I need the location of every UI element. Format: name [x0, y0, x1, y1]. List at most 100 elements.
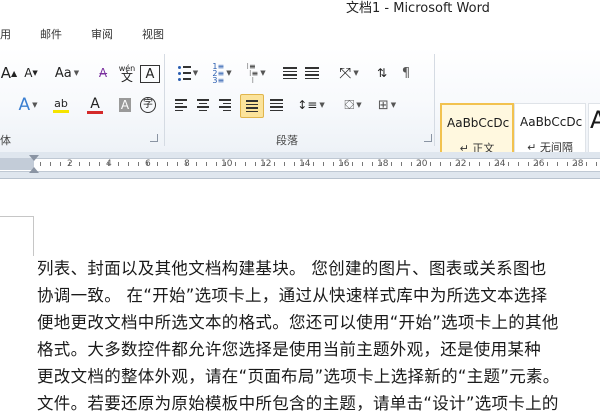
ruler-tick [498, 162, 499, 166]
show-marks-button[interactable]: ¶ [396, 62, 416, 84]
ribbon: A ▲ A ▼ Aa ▼ A̶ wén 文 A A ▼ ab A A 字 体 ▼ 1≡ 2≡… [0, 48, 600, 159]
margin-corner-mark [33, 216, 34, 256]
change-case-button[interactable]: Aa ▼ [52, 62, 82, 84]
ruler-tick [303, 162, 304, 166]
document-line: 便地更改文档中所选文本的格式。您还可以使用“开始”选项卡上的其他 [37, 313, 559, 332]
margin-corner-mark [0, 216, 33, 217]
ruler-tick [508, 162, 509, 166]
ruler-tick [323, 162, 324, 166]
group-separator [164, 54, 165, 146]
ruler-tick [118, 162, 119, 166]
numbering-icon: 1≡ 2≡ 3≡ [212, 61, 225, 85]
justify-icon [246, 100, 258, 112]
ruler-number: 20 [416, 159, 428, 169]
ruler-tick [469, 162, 470, 166]
char-border-icon: A [145, 66, 155, 82]
style-heading-partial[interactable]: A [588, 103, 600, 157]
document-line: 文件。若要还原为原始模板中所包含的主题，请单击“设计”选项卡上的 [37, 394, 559, 413]
ruler-tick [274, 162, 275, 166]
bullets-icon [177, 65, 191, 81]
ruler-tick [40, 162, 41, 166]
distributed-button[interactable] [266, 94, 286, 116]
document-page[interactable]: 列表、封面以及其他文档构建基块。 您创建的图片、图表或关系图也 协调一致。 在“开… [0, 179, 600, 413]
font-color-button[interactable]: A [80, 94, 110, 116]
highlight-button[interactable]: ab [46, 94, 76, 116]
style-normal[interactable]: AaBbCcDc ↵ 正文 [440, 103, 514, 159]
ruler-tick [459, 162, 460, 166]
ruler-tick [108, 162, 109, 166]
ruler-tick [245, 162, 246, 166]
tab-partial[interactable]: 用 [0, 26, 11, 42]
sort-icon: ⇅ [376, 66, 388, 80]
hanging-indent-marker[interactable] [29, 167, 39, 173]
decrease-indent-button[interactable] [280, 62, 300, 84]
ruler-tick [479, 162, 480, 166]
ruler-tick [411, 162, 412, 166]
ruler-tick [284, 162, 285, 166]
ruler-tick [177, 162, 178, 166]
style-sample: AaBbCcDc [520, 115, 583, 129]
shrink-font-button[interactable]: A ▼ [22, 62, 40, 84]
char-shading-icon: A [118, 98, 132, 112]
ruler-tick [69, 162, 70, 166]
chinese-layout-button[interactable]: ⤧ ▼ [334, 62, 364, 84]
document-line: 列表、封面以及其他文档构建基块。 您创建的图片、图表或关系图也 [37, 259, 547, 278]
ruler-tick [596, 162, 597, 166]
align-right-icon [219, 99, 231, 111]
ruler-tick [401, 162, 402, 166]
numbering-button[interactable]: 1≡ 2≡ 3≡ ▼ [206, 62, 238, 84]
clear-format-icon: A̶ [98, 66, 108, 80]
style-sample: A [590, 106, 600, 134]
chinese-layout-icon: ⤧ [339, 64, 352, 82]
ruler-tick [381, 162, 382, 166]
style-no-spacing[interactable]: AaBbCcDc ↵ 无间隔 [514, 103, 586, 157]
ruler-tick [547, 162, 548, 166]
bullets-button[interactable]: ▼ [172, 62, 204, 84]
grow-font-button[interactable]: A ▲ [0, 62, 18, 84]
align-center-button[interactable] [194, 94, 212, 116]
line-spacing-button[interactable]: ↕≡ ▼ [296, 94, 326, 116]
ruler-tick [528, 162, 529, 166]
ruler-tick [576, 162, 577, 166]
horizontal-ruler[interactable]: 246810121416182022242628 [0, 152, 600, 179]
tab-review[interactable]: 审阅 [91, 26, 113, 42]
ruler-tick [450, 162, 451, 166]
tab-view[interactable]: 视图 [142, 26, 164, 42]
group-separator [434, 54, 435, 146]
paragraph-dialog-launcher[interactable] [424, 134, 432, 142]
ruler-tick [128, 162, 129, 166]
align-right-button[interactable] [216, 94, 234, 116]
ruler-tick [333, 162, 334, 166]
ruler-tick [235, 162, 236, 166]
text-effects-button[interactable]: A ▼ [14, 94, 42, 116]
sort-button[interactable]: ⇅ [372, 62, 392, 84]
ruler-tick [420, 162, 421, 166]
clear-format-button[interactable]: A̶ [92, 62, 114, 84]
ruler-tick [352, 162, 353, 166]
justify-button[interactable] [240, 94, 264, 118]
indent-marker[interactable] [29, 155, 39, 161]
enclose-char-icon: 字 [140, 97, 156, 113]
ruler-number: 12 [260, 159, 272, 169]
enclose-char-button[interactable]: 字 [138, 94, 158, 116]
increase-indent-button[interactable] [302, 62, 322, 84]
char-shading-button[interactable]: A [116, 94, 134, 116]
document-line: 协调一致。 在“开始”选项卡上，通过从快速样式库中为所选文本选择 [37, 286, 548, 305]
paragraph-shading-button[interactable]: ⛋ ▼ [338, 94, 368, 116]
title-bar: 文档1 - Microsoft Word [0, 0, 600, 18]
ribbon-tabs: 用 邮件 审阅 视图 [0, 18, 600, 48]
ruler-number: 24 [494, 159, 506, 169]
ruler-number: 18 [377, 159, 389, 169]
align-left-button[interactable] [172, 94, 190, 116]
phonetic-guide-button[interactable]: wén 文 [116, 62, 138, 84]
align-left-icon [175, 99, 187, 111]
multilevel-list-button[interactable]: ⁝≡ ⁝≡ ⁝ ▼ [240, 62, 272, 84]
borders-button[interactable]: ⊞ ▼ [372, 94, 402, 116]
char-border-button[interactable]: A [140, 65, 160, 83]
font-dialog-launcher[interactable] [150, 134, 158, 142]
increase-indent-icon [305, 67, 319, 79]
ruler-tick [157, 162, 158, 166]
tab-mailings[interactable]: 邮件 [40, 26, 62, 42]
ruler-number: 10 [221, 159, 233, 169]
font-color-icon: A [90, 95, 100, 112]
